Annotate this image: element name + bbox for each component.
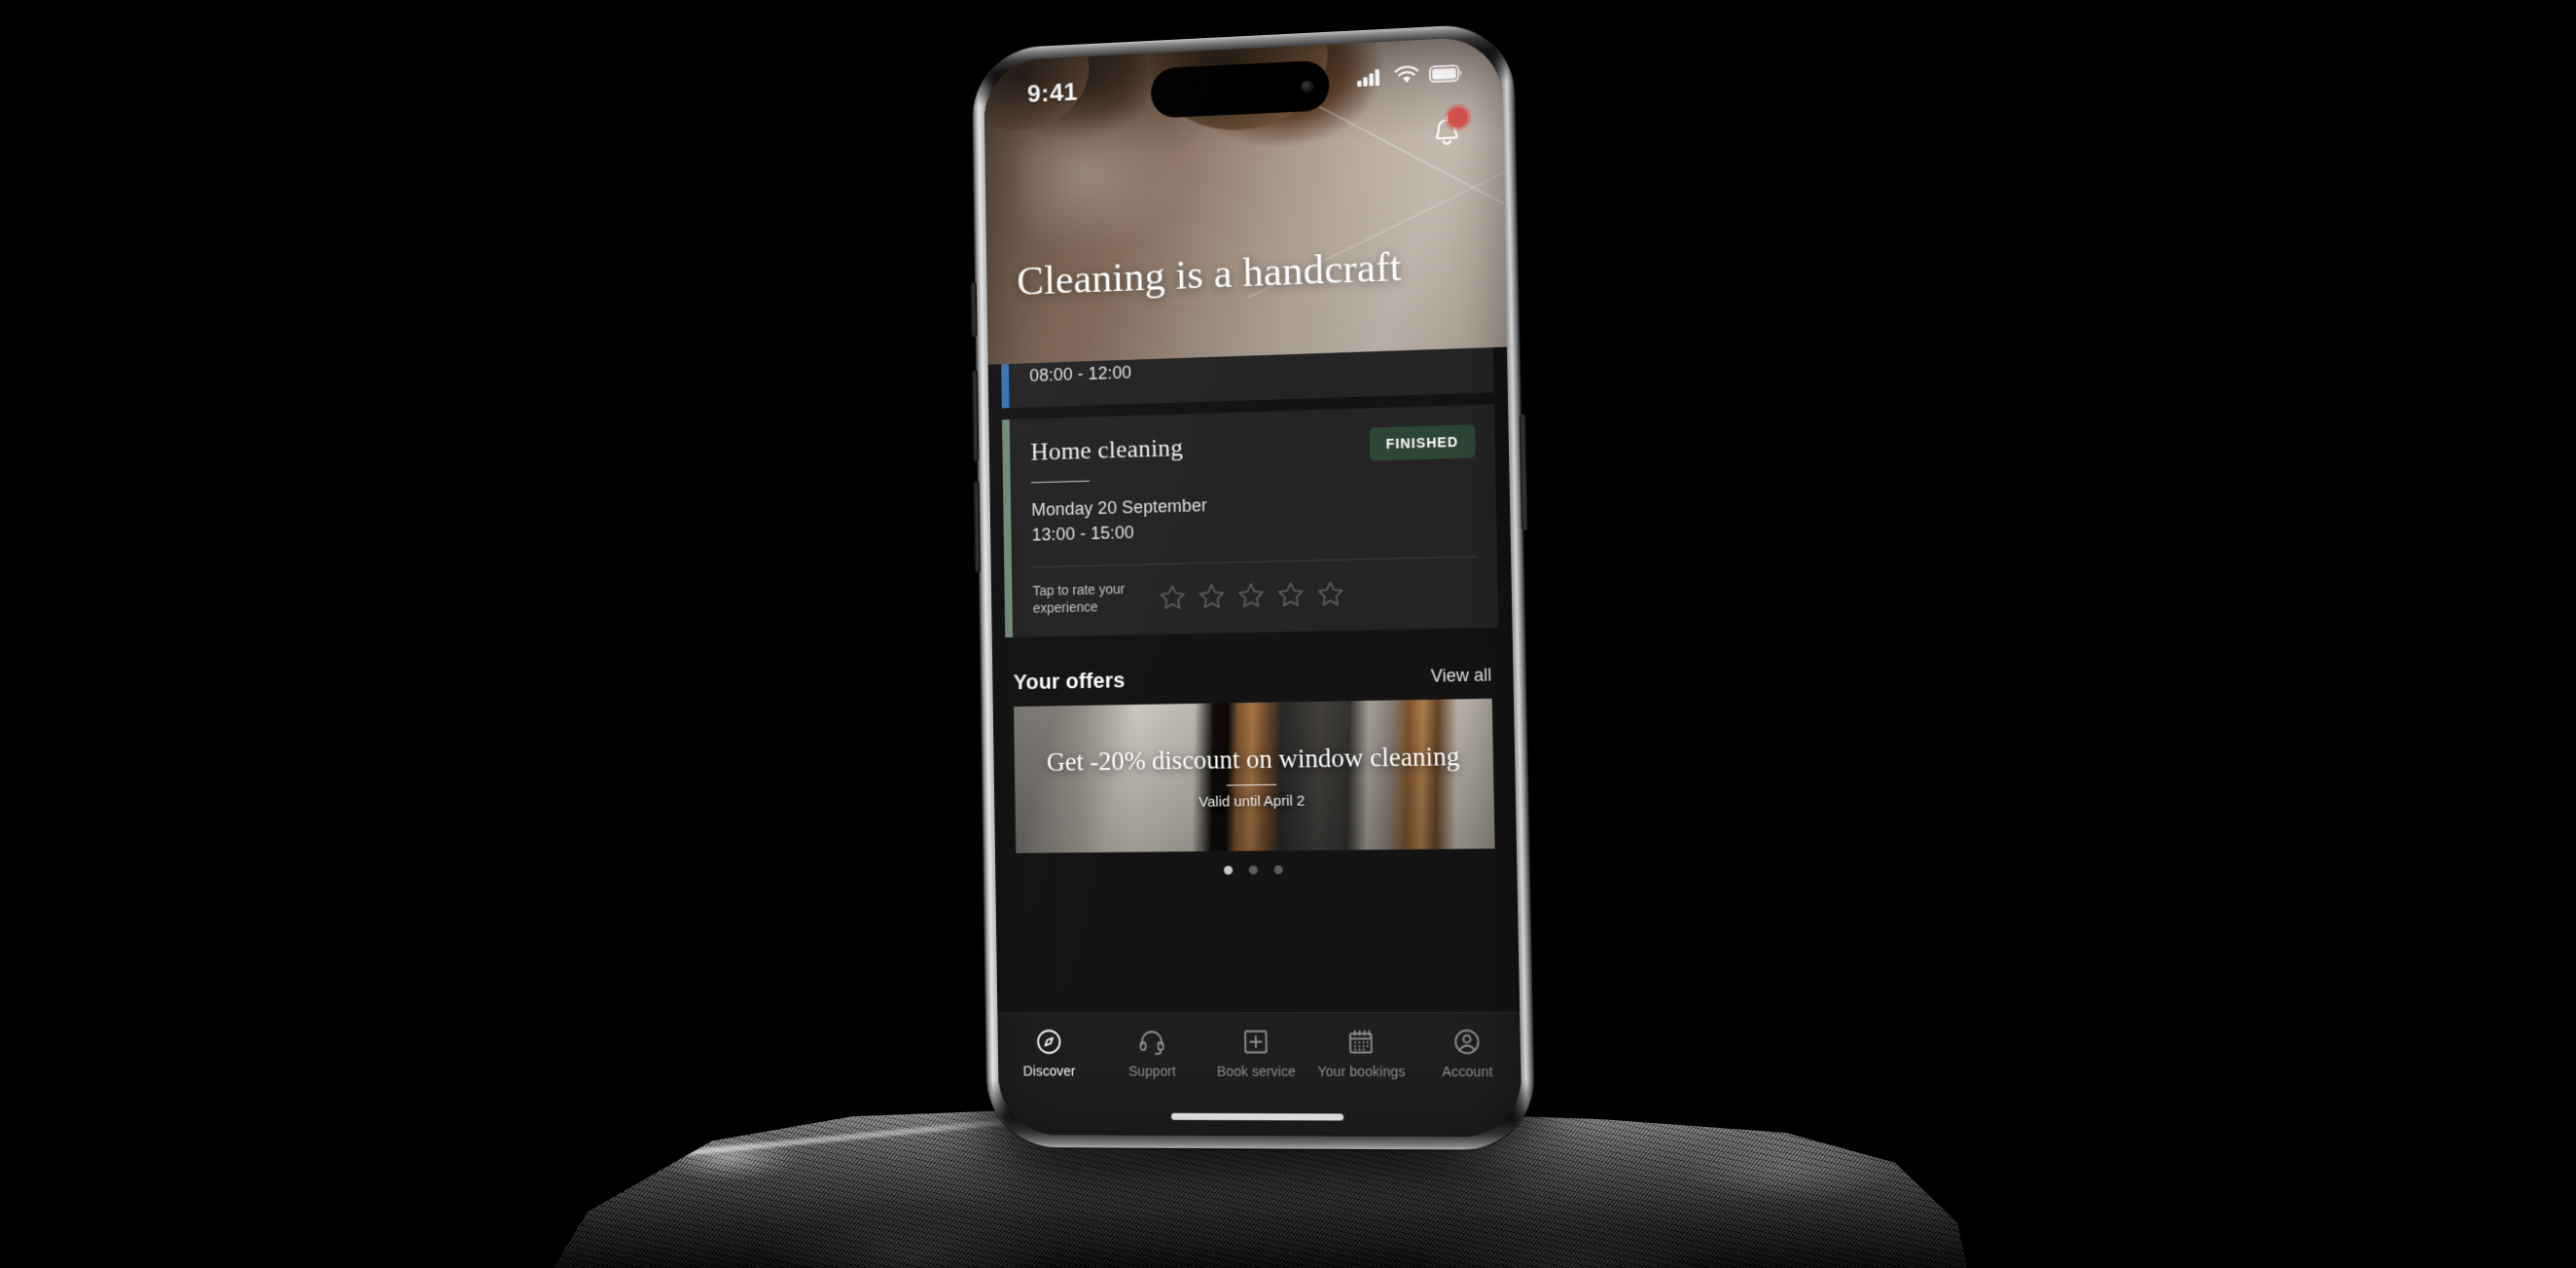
booking-card-body: Home cleaning FINISHED Monday 20 Septemb… xyxy=(1010,405,1499,637)
carousel-dot[interactable] xyxy=(1248,865,1258,875)
star-icon[interactable] xyxy=(1236,581,1266,611)
tab-label: Discover xyxy=(1022,1063,1076,1079)
offers-header: Your offers View all xyxy=(1014,661,1492,695)
main-content: Gardening UPCOMING Tuesday 21 September … xyxy=(988,346,1521,1012)
front-camera-icon xyxy=(1301,79,1314,93)
offer-content: Get -20% discount on window cleaning Val… xyxy=(1014,699,1495,853)
dynamic-island xyxy=(1150,59,1330,119)
notifications-button[interactable] xyxy=(1426,106,1469,153)
phone-perspective-wrapper: 9:41 Cleaning is a handcraft 08:00 - 12:… xyxy=(0,0,2576,1268)
mute-switch-button[interactable] xyxy=(970,281,978,338)
app-root: 9:41 Cleaning is a handcraft 08:00 - 12:… xyxy=(984,35,1522,1138)
star-icon[interactable] xyxy=(1198,582,1227,612)
star-rating-control[interactable] xyxy=(1158,579,1345,612)
rating-row: Tap to rate your experience xyxy=(1032,558,1479,618)
status-bar-clock: 9:41 xyxy=(1026,76,1078,108)
offer-title: Get -20% discount on window cleaning xyxy=(1046,742,1460,778)
offer-validity: Valid until April 2 xyxy=(1199,792,1306,811)
carousel-dot[interactable] xyxy=(1273,865,1283,875)
volume-down-button[interactable] xyxy=(973,480,982,573)
bell-icon xyxy=(1426,110,1468,153)
compass-icon xyxy=(1034,1028,1063,1057)
cellular-signal-icon xyxy=(1357,69,1380,88)
offers-section: Your offers View all Get -20% discount o… xyxy=(992,639,1518,877)
scene: 9:41 Cleaning is a handcraft 08:00 - 12:… xyxy=(0,0,2576,1268)
tab-discover[interactable]: Discover xyxy=(998,1028,1101,1079)
offers-section-title: Your offers xyxy=(1013,668,1126,695)
rating-prompt-label: Tap to rate your experience xyxy=(1032,581,1126,616)
battery-icon xyxy=(1429,64,1463,84)
star-icon[interactable] xyxy=(1276,580,1306,610)
booking-card-header: Home cleaning FINISHED xyxy=(1030,424,1476,470)
offer-card[interactable]: Get -20% discount on window cleaning Val… xyxy=(1014,698,1495,853)
star-icon[interactable] xyxy=(1158,583,1187,613)
phone-screen: 9:41 Cleaning is a handcraft 08:00 - 12:… xyxy=(984,35,1522,1138)
title-underline xyxy=(1030,480,1091,484)
carousel-pagination[interactable] xyxy=(1016,849,1495,876)
headset-icon xyxy=(1137,1027,1166,1056)
bookings-list: Gardening UPCOMING Tuesday 21 September … xyxy=(988,346,1513,638)
status-badge: FINISHED xyxy=(1369,424,1476,461)
star-icon[interactable] xyxy=(1315,579,1344,609)
booking-card[interactable]: Home cleaning FINISHED Monday 20 Septemb… xyxy=(1001,404,1499,638)
notification-badge xyxy=(1447,106,1469,128)
power-button[interactable] xyxy=(1519,414,1529,530)
booking-title: Home cleaning xyxy=(1030,433,1184,466)
phone-device: 9:41 Cleaning is a handcraft 08:00 - 12:… xyxy=(970,22,1536,1151)
status-bar-indicators xyxy=(1357,63,1463,88)
hero-section: 9:41 Cleaning is a handcraft xyxy=(984,35,1508,365)
